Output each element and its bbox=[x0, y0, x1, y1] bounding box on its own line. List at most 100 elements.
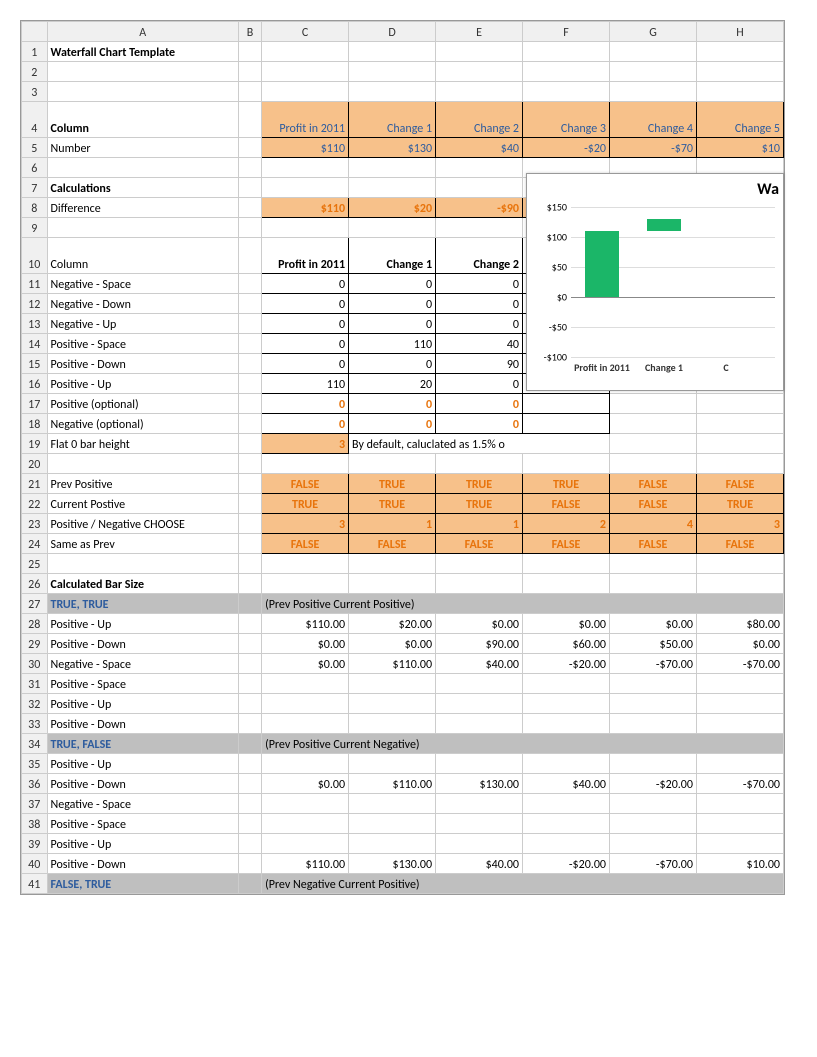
row-header[interactable]: 3 bbox=[22, 82, 48, 102]
row-header[interactable]: 29 bbox=[22, 634, 48, 654]
cell[interactable]: 1 bbox=[349, 514, 436, 534]
cell[interactable]: -$90 bbox=[436, 198, 523, 218]
cell[interactable] bbox=[238, 274, 261, 294]
cell[interactable]: Calculated Bar Size bbox=[47, 574, 238, 594]
cell[interactable]: $0.00 bbox=[696, 634, 783, 654]
cell[interactable] bbox=[349, 218, 436, 238]
row-header[interactable]: 39 bbox=[22, 834, 48, 854]
cell[interactable] bbox=[610, 754, 697, 774]
row-header[interactable]: 20 bbox=[22, 454, 48, 474]
cell[interactable] bbox=[610, 554, 697, 574]
cell[interactable]: Positive - Down bbox=[47, 774, 238, 794]
cell[interactable] bbox=[238, 294, 261, 314]
cell[interactable] bbox=[523, 62, 610, 82]
cell[interactable]: 0 bbox=[349, 274, 436, 294]
row-header[interactable]: 26 bbox=[22, 574, 48, 594]
cell[interactable]: FALSE bbox=[436, 534, 523, 554]
cell[interactable]: 1 bbox=[436, 514, 523, 534]
cell[interactable] bbox=[696, 714, 783, 734]
cell[interactable]: Flat 0 bar height bbox=[47, 434, 238, 454]
cell[interactable]: $130.00 bbox=[436, 774, 523, 794]
cell[interactable]: Positive (optional) bbox=[47, 394, 238, 414]
cell[interactable]: (Prev Positive Current Positive) bbox=[262, 594, 784, 614]
row-header[interactable]: 10 bbox=[22, 238, 48, 274]
row-header[interactable]: 24 bbox=[22, 534, 48, 554]
cell[interactable]: Positive - Up bbox=[47, 694, 238, 714]
cell[interactable]: Positive / Negative CHOOSE bbox=[47, 514, 238, 534]
row-header[interactable]: 14 bbox=[22, 334, 48, 354]
cell[interactable]: FALSE bbox=[696, 474, 783, 494]
cell[interactable] bbox=[523, 394, 610, 414]
cell[interactable] bbox=[349, 694, 436, 714]
row-header[interactable]: 12 bbox=[22, 294, 48, 314]
cell[interactable]: Column bbox=[47, 238, 238, 274]
cell[interactable] bbox=[523, 754, 610, 774]
cell[interactable] bbox=[696, 82, 783, 102]
cell[interactable]: Positive - Up bbox=[47, 374, 238, 394]
cell[interactable]: $10.00 bbox=[696, 854, 783, 874]
cell[interactable]: $40.00 bbox=[523, 774, 610, 794]
cell[interactable] bbox=[262, 158, 349, 178]
cell[interactable] bbox=[262, 42, 349, 62]
cell[interactable] bbox=[523, 574, 610, 594]
embedded-chart[interactable]: Wa -$100-$50$0$50$100$150 Profit in 2011… bbox=[526, 173, 784, 391]
cell[interactable] bbox=[349, 454, 436, 474]
cell[interactable]: -$20.00 bbox=[523, 854, 610, 874]
cell[interactable] bbox=[696, 754, 783, 774]
cell[interactable]: Positive - Space bbox=[47, 674, 238, 694]
cell[interactable]: -$70 bbox=[610, 138, 697, 158]
cell[interactable] bbox=[696, 794, 783, 814]
cell[interactable]: FALSE, TRUE bbox=[47, 874, 238, 894]
row-header[interactable]: 32 bbox=[22, 694, 48, 714]
cell[interactable]: $110.00 bbox=[349, 654, 436, 674]
cell[interactable] bbox=[238, 102, 261, 138]
cell[interactable] bbox=[610, 714, 697, 734]
cell[interactable]: 2 bbox=[523, 514, 610, 534]
cell[interactable]: TRUE bbox=[262, 494, 349, 514]
cell[interactable] bbox=[262, 454, 349, 474]
cell[interactable] bbox=[610, 694, 697, 714]
cell[interactable]: 40 bbox=[436, 334, 523, 354]
cell[interactable] bbox=[523, 674, 610, 694]
cell[interactable]: Current Postive bbox=[47, 494, 238, 514]
row-header[interactable]: 22 bbox=[22, 494, 48, 514]
cell[interactable] bbox=[523, 454, 610, 474]
row-header[interactable]: 6 bbox=[22, 158, 48, 178]
cell[interactable]: 0 bbox=[349, 414, 436, 434]
cell[interactable] bbox=[238, 374, 261, 394]
row-header[interactable]: 40 bbox=[22, 854, 48, 874]
cell[interactable] bbox=[238, 714, 261, 734]
cell[interactable] bbox=[349, 754, 436, 774]
col-header[interactable]: E bbox=[436, 22, 523, 42]
cell[interactable]: TRUE bbox=[436, 474, 523, 494]
cell[interactable]: -$70.00 bbox=[610, 654, 697, 674]
cell[interactable] bbox=[238, 694, 261, 714]
cell[interactable] bbox=[523, 414, 610, 434]
cell[interactable] bbox=[238, 354, 261, 374]
col-header-row[interactable]: A B C D E F G H bbox=[22, 22, 784, 42]
row-header[interactable]: 31 bbox=[22, 674, 48, 694]
cell[interactable] bbox=[696, 694, 783, 714]
cell[interactable]: 110 bbox=[349, 334, 436, 354]
cell[interactable]: TRUE, FALSE bbox=[47, 734, 238, 754]
cell[interactable]: 0 bbox=[262, 274, 349, 294]
cell[interactable]: 0 bbox=[262, 394, 349, 414]
row-header[interactable]: 35 bbox=[22, 754, 48, 774]
row-header[interactable]: 9 bbox=[22, 218, 48, 238]
cell[interactable]: $40.00 bbox=[436, 854, 523, 874]
cell[interactable]: $110.00 bbox=[349, 774, 436, 794]
cell[interactable]: 3 bbox=[262, 434, 349, 454]
cell[interactable]: FALSE bbox=[262, 474, 349, 494]
cell[interactable] bbox=[696, 574, 783, 594]
cell[interactable] bbox=[238, 514, 261, 534]
cell[interactable] bbox=[262, 218, 349, 238]
row-header[interactable]: 18 bbox=[22, 414, 48, 434]
cell[interactable] bbox=[238, 494, 261, 514]
col-header[interactable]: H bbox=[696, 22, 783, 42]
cell[interactable]: 0 bbox=[436, 394, 523, 414]
cell[interactable] bbox=[238, 654, 261, 674]
cell[interactable]: Waterfall Chart Template bbox=[47, 42, 238, 62]
cell[interactable] bbox=[47, 62, 238, 82]
cell[interactable]: Change 2 bbox=[436, 238, 523, 274]
cell[interactable]: FALSE bbox=[610, 534, 697, 554]
